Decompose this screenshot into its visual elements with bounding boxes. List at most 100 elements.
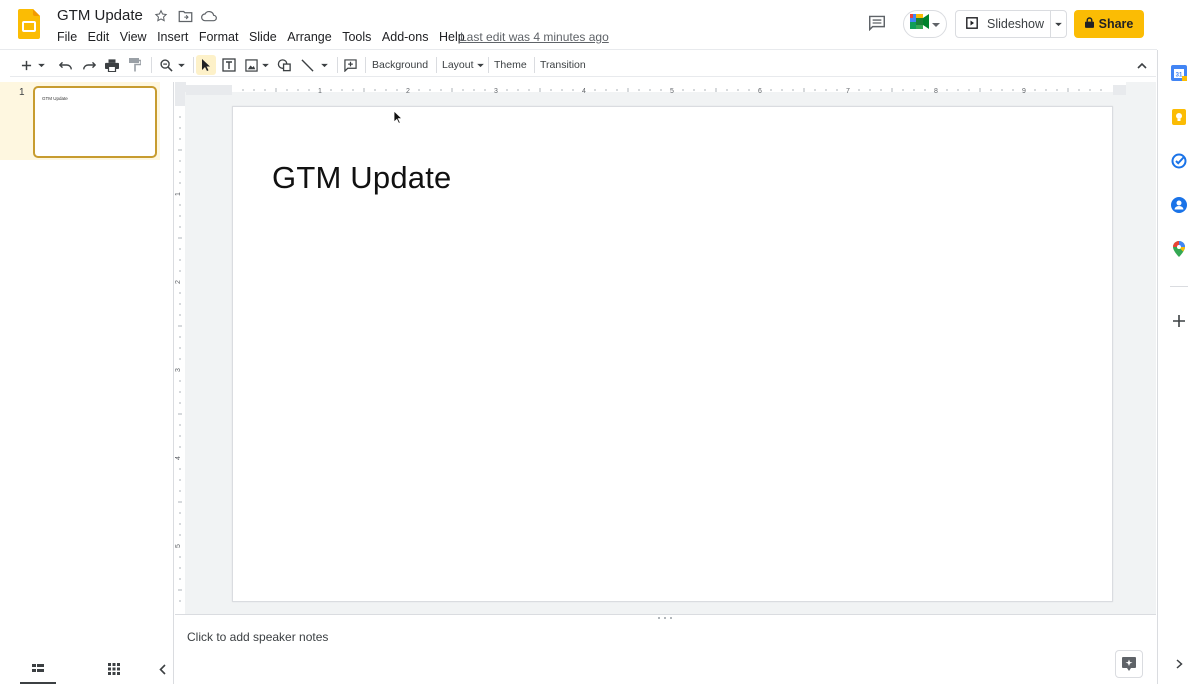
menu-view[interactable]: View bbox=[120, 29, 147, 45]
toolbar-separator bbox=[488, 57, 489, 73]
image-icon bbox=[245, 58, 258, 72]
explore-icon bbox=[1122, 657, 1136, 671]
share-label: Share bbox=[1098, 17, 1134, 31]
lock-icon bbox=[1084, 17, 1094, 31]
meet-icon bbox=[910, 14, 930, 34]
text-box-icon[interactable] bbox=[219, 55, 239, 75]
menu-tools[interactable]: Tools bbox=[342, 29, 371, 45]
ruler-label: 1 bbox=[318, 88, 322, 95]
move-folder-icon[interactable] bbox=[176, 7, 194, 25]
print-icon[interactable] bbox=[102, 55, 122, 75]
ruler-label: 6 bbox=[758, 88, 762, 95]
ruler-label: 9 bbox=[1022, 88, 1026, 95]
zoom-button[interactable] bbox=[157, 55, 187, 75]
present-icon bbox=[966, 16, 978, 32]
app-header: GTM Update File Edit View Insert Format … bbox=[0, 0, 1200, 50]
slideshow-button-group: Slideshow bbox=[955, 10, 1067, 38]
add-icon[interactable] bbox=[1169, 311, 1189, 331]
collapse-filmstrip-icon[interactable] bbox=[154, 654, 170, 684]
speaker-notes-placeholder[interactable]: Click to add speaker notes bbox=[187, 630, 328, 644]
theme-button[interactable]: Theme bbox=[490, 55, 531, 75]
comment-history-icon[interactable] bbox=[866, 12, 888, 34]
undo-icon[interactable] bbox=[56, 55, 76, 75]
toolbar-separator bbox=[365, 57, 366, 73]
share-button[interactable]: Share bbox=[1074, 10, 1144, 38]
menu-bar: File Edit View Insert Format Slide Arran… bbox=[57, 29, 475, 45]
vertical-ruler[interactable]: 1 2 3 4 5 bbox=[175, 92, 185, 614]
plus-icon bbox=[21, 60, 32, 70]
meet-button[interactable] bbox=[903, 10, 947, 38]
transition-button[interactable]: Transition bbox=[536, 55, 590, 75]
slide-title-textbox[interactable]: GTM Update bbox=[272, 160, 451, 196]
slideshow-options-button[interactable] bbox=[1051, 22, 1066, 27]
background-button[interactable]: Background bbox=[368, 55, 432, 75]
mouse-pointer-icon bbox=[393, 110, 403, 124]
slide-thumbnail[interactable]: GTM Update bbox=[33, 86, 157, 158]
toolbar: Background Layout Theme Transition bbox=[10, 53, 1156, 77]
ruler-label: 8 bbox=[934, 88, 938, 95]
document-title[interactable]: GTM Update bbox=[57, 7, 143, 25]
toolbar-separator bbox=[151, 57, 152, 73]
toolbar-separator bbox=[337, 57, 338, 73]
slideshow-button[interactable]: Slideshow bbox=[956, 11, 1051, 37]
thumbnail-title: GTM Update bbox=[42, 96, 68, 101]
calendar-icon[interactable]: 31 bbox=[1169, 63, 1189, 83]
ruler-label: 5 bbox=[670, 88, 674, 95]
redo-icon[interactable] bbox=[79, 55, 99, 75]
menu-file[interactable]: File bbox=[57, 29, 77, 45]
svg-text:31: 31 bbox=[1176, 73, 1183, 79]
ruler-label: 3 bbox=[494, 88, 498, 95]
menu-insert[interactable]: Insert bbox=[157, 29, 188, 45]
menu-edit[interactable]: Edit bbox=[88, 29, 110, 45]
menu-arrange[interactable]: Arrange bbox=[287, 29, 331, 45]
explore-button[interactable] bbox=[1115, 650, 1143, 678]
chevron-right-icon[interactable] bbox=[1169, 654, 1189, 674]
horizontal-ruler[interactable]: 1 2 3 4 5 6 7 8 9 bbox=[186, 82, 1133, 95]
keep-icon[interactable] bbox=[1169, 107, 1189, 127]
filmstrip-footer bbox=[0, 654, 174, 684]
toolbar-separator bbox=[534, 57, 535, 73]
cloud-saved-icon[interactable] bbox=[200, 7, 218, 25]
paint-format-icon[interactable] bbox=[125, 55, 145, 75]
speaker-notes[interactable]: Click to add speaker notes bbox=[175, 622, 1156, 684]
slides-logo-icon[interactable] bbox=[18, 9, 40, 39]
side-panel: 31 bbox=[1157, 50, 1200, 684]
filmstrip-slide-1[interactable]: 1 GTM Update bbox=[0, 82, 160, 160]
maps-icon[interactable] bbox=[1169, 239, 1189, 259]
tasks-icon[interactable] bbox=[1169, 151, 1189, 171]
star-icon[interactable] bbox=[152, 7, 170, 25]
line-icon bbox=[300, 58, 314, 72]
ruler-label: 4 bbox=[175, 456, 182, 460]
layout-button[interactable]: Layout bbox=[438, 55, 488, 75]
chevron-down-icon bbox=[932, 15, 940, 33]
ruler-margin bbox=[175, 92, 185, 106]
ruler-label: 5 bbox=[175, 544, 182, 548]
notes-resize-handle[interactable] bbox=[175, 614, 1156, 622]
insert-image-button[interactable] bbox=[242, 55, 272, 75]
ruler-label: 2 bbox=[175, 280, 182, 284]
zoom-icon bbox=[159, 58, 173, 72]
layout-label: Layout bbox=[442, 59, 474, 71]
shape-icon[interactable] bbox=[274, 55, 294, 75]
collapse-toolbar-icon[interactable] bbox=[1134, 55, 1150, 75]
contacts-icon[interactable] bbox=[1169, 195, 1189, 215]
toolbar-separator bbox=[436, 57, 437, 73]
chevron-down-icon bbox=[38, 63, 45, 67]
select-tool-icon[interactable] bbox=[196, 55, 216, 75]
add-comment-icon[interactable] bbox=[340, 55, 360, 75]
toolbar-separator bbox=[193, 57, 194, 73]
header-divider bbox=[0, 49, 1157, 50]
new-slide-button[interactable] bbox=[18, 55, 48, 75]
grid-view-icon[interactable] bbox=[104, 654, 124, 684]
menu-slide[interactable]: Slide bbox=[249, 29, 277, 45]
filmstrip-view-icon[interactable] bbox=[20, 654, 56, 684]
menu-addons[interactable]: Add-ons bbox=[382, 29, 429, 45]
line-button[interactable] bbox=[298, 55, 330, 75]
menu-format[interactable]: Format bbox=[199, 29, 239, 45]
last-edit-link[interactable]: Last edit was 4 minutes ago bbox=[460, 30, 609, 44]
slide-editor[interactable]: GTM Update bbox=[232, 106, 1113, 602]
slideshow-label: Slideshow bbox=[987, 17, 1044, 31]
ruler-margin bbox=[1113, 85, 1133, 95]
ruler-label: 3 bbox=[175, 368, 182, 372]
ruler-label: 7 bbox=[846, 88, 850, 95]
